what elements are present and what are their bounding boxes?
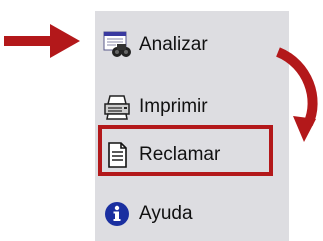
menu-item-analizar[interactable]: Analizar: [95, 25, 289, 65]
menu-item-imprimir[interactable]: Imprimir: [95, 87, 289, 127]
screenshot-stage: Analizar Imprimir Reclamar Ayuda: [0, 0, 323, 241]
menu-item-label: Analizar: [139, 34, 208, 55]
menu-item-label: Ayuda: [139, 203, 193, 224]
highlight-box: [98, 125, 273, 176]
menu-item-label: Imprimir: [139, 96, 208, 117]
binoculars-icon: [102, 30, 132, 60]
curved-arrow-icon: [275, 47, 318, 142]
printer-icon: [102, 92, 132, 122]
pointer-arrow-icon: [4, 24, 80, 58]
menu-item-ayuda[interactable]: Ayuda: [95, 194, 289, 234]
info-icon: [102, 199, 132, 229]
